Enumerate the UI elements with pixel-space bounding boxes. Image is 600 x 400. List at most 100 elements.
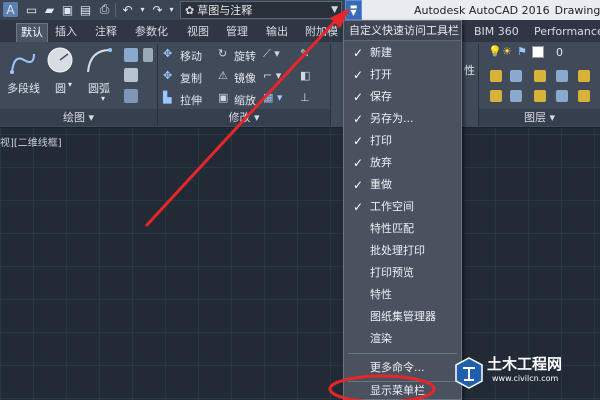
- redo-icon[interactable]: ↷: [150, 2, 165, 17]
- tab-manage[interactable]: 管理: [222, 23, 252, 42]
- region-tool-icon[interactable]: [124, 89, 138, 103]
- arc-label[interactable]: 圆弧: [88, 80, 110, 96]
- circle-icon[interactable]: [46, 46, 74, 74]
- scale-icon[interactable]: ▣: [218, 91, 228, 104]
- layer-icon[interactable]: ⚑: [517, 45, 527, 58]
- layer-tool-icon[interactable]: [510, 70, 522, 82]
- check-icon: ✓: [353, 178, 364, 192]
- tab-annotate[interactable]: 注释: [91, 23, 121, 42]
- layer-tool-icon[interactable]: [578, 90, 590, 102]
- layer-tool-icon[interactable]: [556, 70, 568, 82]
- sun-icon[interactable]: ☀: [502, 45, 512, 58]
- redo-dropdown-icon[interactable]: ▾: [164, 2, 179, 17]
- explode-icon[interactable]: ◧: [300, 69, 310, 82]
- rotate-icon[interactable]: ↻: [218, 47, 227, 60]
- layer-tool-icon[interactable]: [490, 90, 502, 102]
- move-icon[interactable]: ✥: [163, 47, 172, 60]
- new-file-icon[interactable]: ▭: [24, 2, 39, 17]
- tab-output[interactable]: 输出: [262, 23, 292, 42]
- tab-insert[interactable]: 插入: [51, 23, 81, 42]
- undo-icon[interactable]: ↶: [120, 2, 135, 17]
- workspace-select[interactable]: ✿ 草图与注释 ▼: [180, 1, 342, 19]
- erase-icon[interactable]: ✎: [300, 47, 309, 60]
- stretch-icon[interactable]: ▙: [163, 91, 171, 104]
- menu-item-batch-plot[interactable]: 批处理打印: [344, 240, 461, 262]
- array-icon[interactable]: ▦ ▾: [263, 91, 282, 104]
- copy-label[interactable]: 复制: [180, 70, 202, 86]
- menu-item-undo[interactable]: ✓ 放弃: [344, 152, 461, 174]
- bulb-icon[interactable]: 💡: [488, 45, 502, 58]
- tab-parametric[interactable]: 参数化: [131, 23, 172, 42]
- color-swatch[interactable]: [532, 46, 544, 58]
- draw-panel-title: 绘图: [62, 111, 85, 124]
- circle-label[interactable]: 圆: [55, 80, 66, 96]
- layer-value[interactable]: 0: [556, 46, 563, 59]
- modify-panel-footer[interactable]: 修改 ▾: [158, 109, 330, 126]
- undo-dropdown-icon[interactable]: ▾: [135, 2, 150, 17]
- layer-tool-icon[interactable]: [556, 90, 568, 102]
- app-menu-icon[interactable]: A: [3, 2, 18, 17]
- menu-item-render[interactable]: 渲染: [344, 328, 461, 350]
- menu-item-save-as[interactable]: ✓ 另存为...: [344, 108, 461, 130]
- check-icon: ✓: [353, 90, 364, 104]
- polyline-label[interactable]: 多段线: [7, 80, 40, 96]
- customize-quick-access-button[interactable]: ▬ ▼: [345, 0, 362, 20]
- chevron-down-icon[interactable]: ▾: [101, 94, 105, 103]
- menu-item-properties[interactable]: 特性: [344, 284, 461, 306]
- menu-item-workspace[interactable]: ✓ 工作空间: [344, 196, 461, 218]
- layer-tool-icon[interactable]: [510, 90, 522, 102]
- tab-addins[interactable]: 附加模: [301, 23, 342, 42]
- chevron-down-icon[interactable]: ▾: [68, 80, 72, 89]
- menu-item-print[interactable]: ✓ 打印: [344, 130, 461, 152]
- save-icon[interactable]: ▣: [60, 2, 75, 17]
- copy-icon[interactable]: ✥: [163, 69, 172, 82]
- tab-performance[interactable]: Performance: [530, 23, 600, 42]
- tab-default[interactable]: 默认: [16, 23, 48, 42]
- polyline-icon[interactable]: [8, 48, 38, 78]
- panel-divider: [330, 44, 331, 126]
- menu-item-label: 另存为...: [370, 112, 414, 125]
- layer-tool-icon[interactable]: [534, 70, 546, 82]
- layer-tool-icon[interactable]: [490, 70, 502, 82]
- check-icon: ✓: [353, 156, 364, 170]
- fillet-icon[interactable]: ⌐ ▾: [263, 69, 281, 82]
- save-as-icon[interactable]: ▤: [78, 2, 93, 17]
- line-tool-icon[interactable]: [124, 48, 138, 62]
- layer-tool-icon[interactable]: [534, 90, 546, 102]
- mirror-label[interactable]: 镜像: [234, 70, 256, 86]
- open-folder-icon[interactable]: ▰: [42, 2, 57, 17]
- menu-item-open[interactable]: ✓ 打开: [344, 64, 461, 86]
- tab-bim360[interactable]: BIM 360: [470, 23, 523, 42]
- menu-item-redo[interactable]: ✓ 重做: [344, 174, 461, 196]
- offset-icon[interactable]: ⊥: [300, 91, 310, 104]
- trim-icon[interactable]: ⟋ ▾: [263, 47, 280, 61]
- menu-item-save[interactable]: ✓ 保存: [344, 86, 461, 108]
- rotate-label[interactable]: 旋转: [234, 48, 256, 64]
- rectangle-tool-icon[interactable]: [143, 48, 153, 62]
- layer-tool-icon[interactable]: [578, 70, 590, 82]
- ribbon-tabs: 默认 插入 注释 参数化 视图 管理 输出 附加模 BIM 360 Perfor…: [0, 20, 600, 42]
- mirror-icon[interactable]: ⚠: [218, 69, 228, 82]
- scale-label[interactable]: 缩放: [234, 92, 256, 108]
- menu-item-label: 新建: [370, 46, 392, 59]
- draw-panel-footer[interactable]: 绘图 ▾: [0, 109, 157, 126]
- arc-icon[interactable]: [84, 46, 114, 76]
- viewport-controls[interactable]: 视][二维线框]: [0, 134, 62, 149]
- menu-item-show-menubar[interactable]: 显示菜单栏: [344, 381, 461, 400]
- stretch-label[interactable]: 拉伸: [180, 92, 202, 108]
- check-icon: ✓: [353, 134, 364, 148]
- print-icon[interactable]: ⎙: [97, 2, 112, 17]
- hatch-tool-icon[interactable]: [124, 68, 138, 82]
- menu-item-more-commands[interactable]: 更多命令...: [344, 357, 461, 379]
- menu-item-label: 图纸集管理器: [370, 310, 436, 323]
- menu-item-match-properties[interactable]: 特性匹配: [344, 218, 461, 240]
- move-label[interactable]: 移动: [180, 48, 202, 64]
- layer-properties-label[interactable]: 性: [464, 62, 475, 78]
- menu-item-sheet-set-manager[interactable]: 图纸集管理器: [344, 306, 461, 328]
- menu-item-plot-preview[interactable]: 打印预览: [344, 262, 461, 284]
- layers-panel-footer[interactable]: 图层 ▾: [479, 109, 600, 126]
- menu-item-new[interactable]: ✓ 新建: [344, 42, 461, 64]
- tab-view[interactable]: 视图: [183, 23, 213, 42]
- check-icon: ✓: [353, 112, 364, 126]
- chevron-down-icon: ▾: [88, 111, 95, 124]
